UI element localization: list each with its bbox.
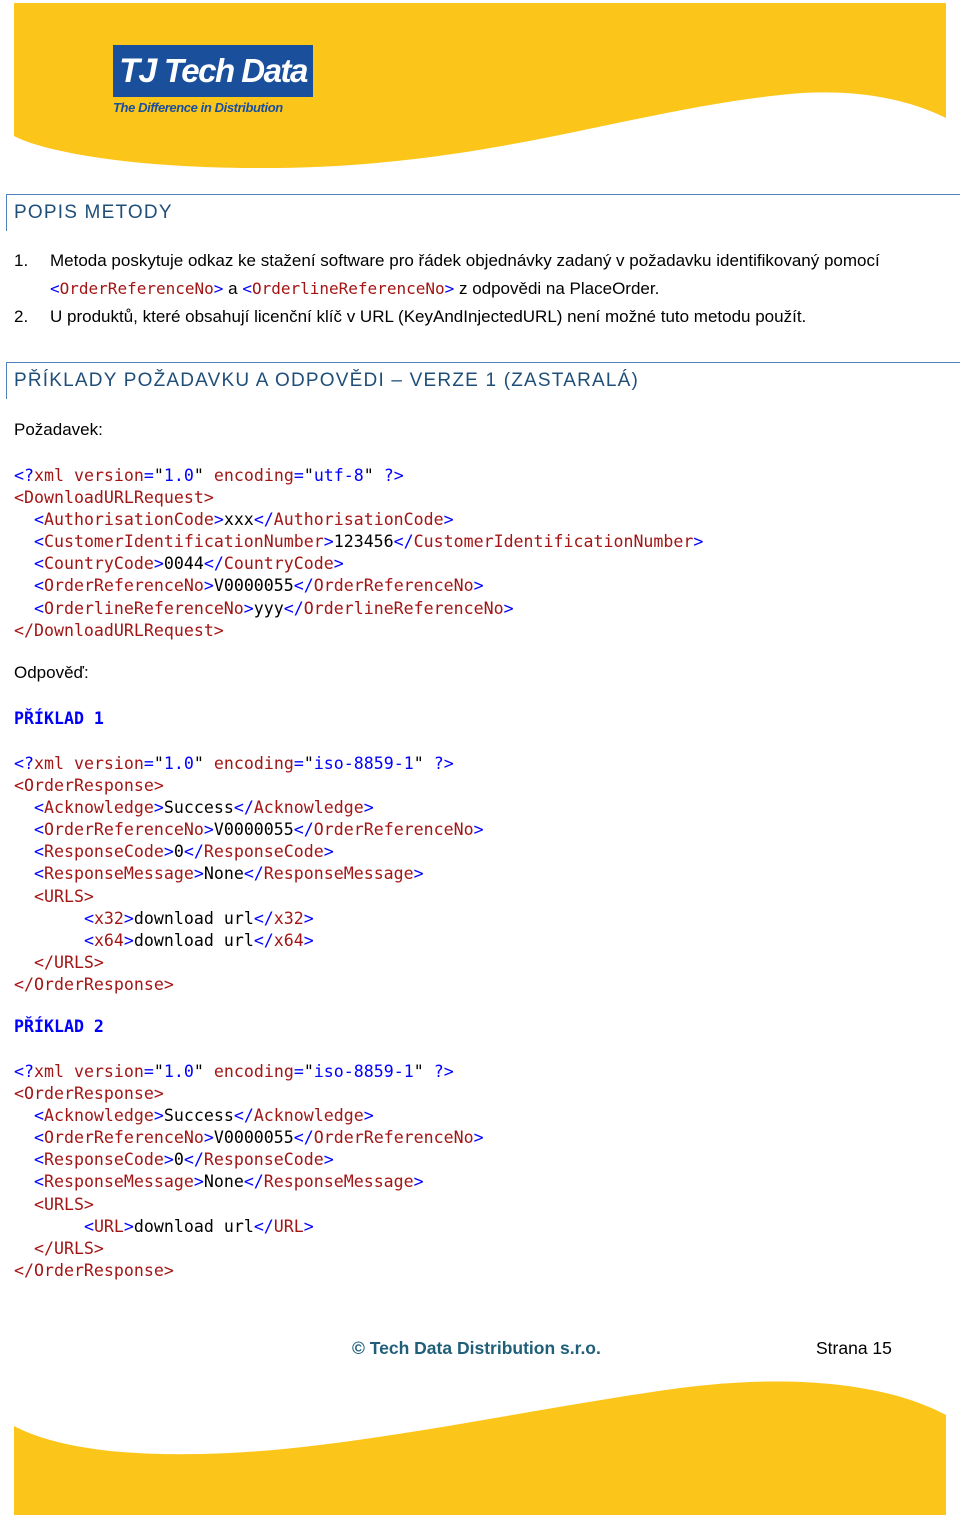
code-line: <?xml version="1.0" encoding="utf-8" ?> [14, 466, 404, 485]
logo-text: Tech Data [163, 52, 309, 89]
code-line: <ResponseMessage>None</ResponseMessage> [33, 864, 424, 884]
code-line: <?xml version="1.0" encoding="iso-8859-1… [14, 754, 454, 773]
code-line: <OrderlineReferenceNo>yyy</OrderlineRefe… [33, 598, 514, 618]
code-line: <ResponseMessage>None</ResponseMessage> [33, 1172, 424, 1192]
code-line: <CustomerIdentificationNumber>123456</Cu… [33, 532, 704, 552]
code-line: <?xml version="1.0" encoding="iso-8859-1… [14, 1062, 454, 1081]
code-line: <ResponseCode>0</ResponseCode> [33, 1150, 334, 1170]
code-line: <Acknowledge>Success</Acknowledge> [33, 1106, 374, 1126]
footer-copyright: © Tech Data Distribution s.r.o. [352, 1338, 601, 1358]
code-line: </OrderResponse> [14, 974, 174, 994]
code-line: <URL>download url</URL> [83, 1216, 314, 1236]
code-line: </URLS> [14, 952, 104, 972]
code-line: <x64>download url</x64> [83, 930, 314, 950]
logo-tagline: The Difference in Distribution [113, 100, 283, 115]
code-line: <ResponseCode>0</ResponseCode> [33, 842, 334, 862]
item-text: Metoda poskytuje odkaz ke stažení softwa… [50, 251, 880, 270]
example-1-xml-code: <?xml version="1.0" encoding="iso-8859-1… [14, 753, 484, 996]
code-line: <x32>download url</x32> [83, 908, 314, 928]
td-logo-mark-icon: TJ [119, 51, 157, 90]
inline-code-orderline-ref: <OrderlineReferenceNo> [242, 279, 455, 298]
code-line: <URLS> [14, 1194, 94, 1214]
footer-wave [14, 1381, 946, 1515]
request-xml-code: <?xml version="1.0" encoding="utf-8" ?> <… [14, 465, 703, 642]
code-line: </DownloadURLRequest> [14, 620, 224, 640]
request-label: Požadavek: [14, 420, 103, 439]
code-line: <DownloadURLRequest> [14, 488, 214, 508]
method-description-list: 1. Metoda poskytuje odkaz ke stažení sof… [0, 247, 960, 337]
list-item: 1. Metoda poskytuje odkaz ke stažení sof… [0, 247, 960, 303]
item-text: z odpovědi na PlaceOrder. [454, 279, 660, 298]
item-text: a [223, 279, 243, 298]
code-line: <OrderReferenceNo>V0000055</OrderReferen… [33, 576, 484, 596]
response-label: Odpověď: [14, 663, 89, 682]
code-line: <OrderResponse> [14, 776, 164, 796]
code-line: <Acknowledge>Success</Acknowledge> [33, 798, 374, 818]
page-number: Strana 15 [816, 1338, 892, 1358]
item-text: U produktů, které obsahují licenční klíč… [50, 307, 807, 326]
code-line: </OrderResponse> [14, 1260, 174, 1280]
list-item: 2. U produktů, které obsahují licenční k… [0, 303, 960, 331]
code-line: </URLS> [14, 1238, 104, 1258]
section-heading-examples: PŘÍKLADY POŽADAVKU A ODPOVĚDI – VERZE 1 … [6, 362, 960, 399]
example-1-title: PŘÍKLAD 1 [14, 709, 104, 728]
code-line: <OrderReferenceNo>V0000055</OrderReferen… [33, 1128, 484, 1148]
section-heading-popis: POPIS METODY [6, 194, 960, 231]
inline-code-order-ref: <OrderReferenceNo> [50, 279, 224, 298]
example-2-title: PŘÍKLAD 2 [14, 1017, 104, 1036]
code-line: <URLS> [14, 886, 94, 906]
list-number: 2. [14, 307, 29, 326]
code-line: <OrderResponse> [14, 1084, 164, 1104]
tech-data-logo: TJ Tech Data [113, 45, 313, 97]
section-title: POPIS METODY [14, 202, 173, 223]
example-2-xml-code: <?xml version="1.0" encoding="iso-8859-1… [14, 1061, 484, 1282]
code-line: <AuthorisationCode>xxx</AuthorisationCod… [33, 510, 454, 530]
list-number: 1. [14, 251, 29, 270]
code-line: <OrderReferenceNo>V0000055</OrderReferen… [33, 820, 484, 840]
section-title: PŘÍKLADY POŽADAVKU A ODPOVĚDI – VERZE 1 … [14, 370, 640, 391]
code-line: <CountryCode>0044</CountryCode> [33, 554, 344, 574]
